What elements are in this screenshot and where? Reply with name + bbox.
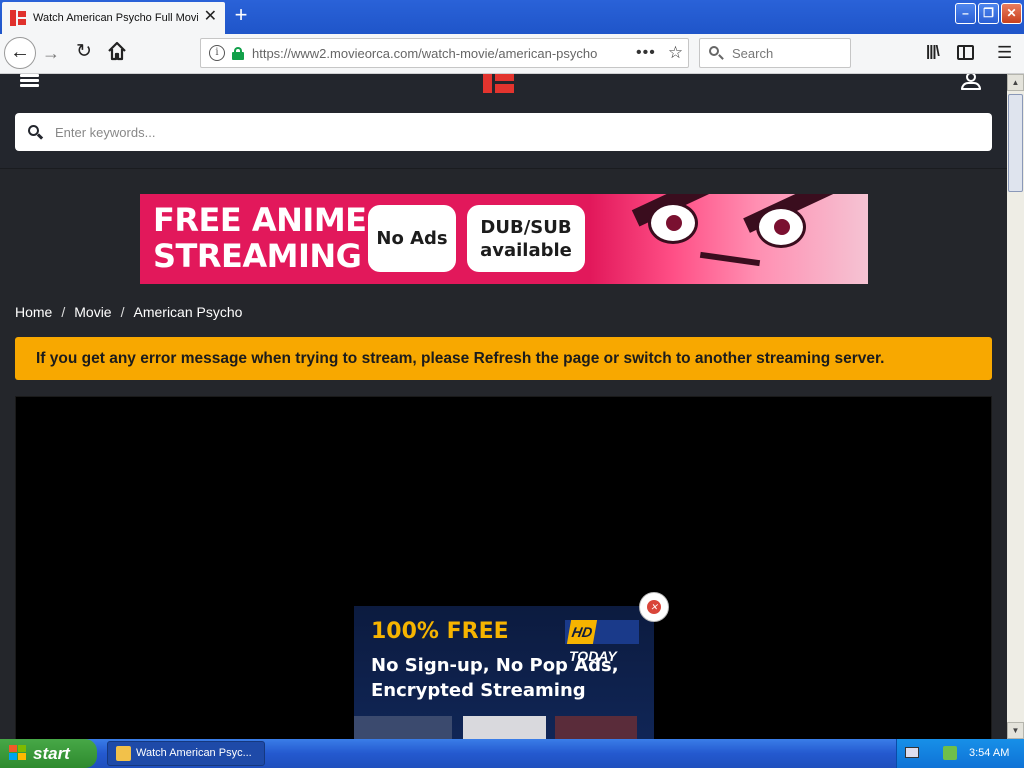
banner-dub-sub-pill: DUB/SUB available	[467, 205, 585, 272]
taskbar-firefox-window[interactable]: Watch American Psyc...	[107, 741, 265, 766]
ad-thumbnail	[555, 716, 637, 739]
ad-close-button[interactable]: ✕	[639, 592, 669, 622]
home-icon	[108, 41, 126, 61]
start-button[interactable]: start	[0, 739, 97, 768]
browser-search-box[interactable]: Search	[699, 38, 851, 68]
new-tab-button[interactable]: +	[229, 4, 253, 28]
breadcrumb-movie[interactable]: Movie	[74, 304, 111, 320]
library-icon[interactable]: |||\	[926, 43, 940, 60]
search-icon	[709, 46, 724, 60]
tab-title: Watch American Psycho Full Movie	[33, 12, 198, 24]
ad-subtext: No Sign-up, No Pop Ads, Encrypted Stream…	[371, 655, 619, 701]
scroll-up-arrow-icon[interactable]: ▲	[1007, 74, 1024, 91]
search-placeholder: Search	[732, 45, 774, 61]
url-text[interactable]: https://www2.movieorca.com/watch-movie/a…	[252, 46, 632, 61]
clock[interactable]: 3:54 AM	[969, 739, 1009, 768]
windows-logo-icon	[9, 745, 27, 761]
breadcrumb-separator: /	[61, 304, 66, 320]
minimize-button[interactable]: –	[955, 3, 976, 24]
system-tray: 3:54 AM	[896, 739, 1024, 768]
banner-no-ads-pill: No Ads	[368, 205, 456, 272]
ad-headline: 100% FREE	[371, 619, 509, 644]
user-account-icon[interactable]	[961, 74, 981, 91]
browser-navigation-bar: ← → ↻ i https://www2.movieorca.com/watch…	[0, 34, 1024, 74]
anime-streaming-ad-banner[interactable]: FREE ANIME STREAMING No Ads DUB/SUB avai…	[140, 194, 868, 284]
hdtoday-overlay-ad[interactable]: 100% FREE HDTODAY No Sign-up, No Pop Ads…	[354, 606, 654, 739]
breadcrumb-home[interactable]: Home	[15, 304, 52, 320]
forward-button[interactable]: →	[42, 43, 60, 64]
site-header	[0, 74, 1007, 169]
breadcrumb: Home / Movie / American Psycho	[15, 304, 242, 320]
back-button[interactable]: ←	[4, 37, 36, 69]
site-logo[interactable]	[483, 74, 514, 93]
search-icon[interactable]	[28, 124, 44, 140]
browser-tab-strip: Watch American Psycho Full Movie ✕ + – ❐…	[0, 0, 1024, 34]
site-favicon-icon	[10, 10, 26, 26]
sidebar-toggle-icon[interactable]	[957, 45, 974, 60]
stream-error-alert: If you get any error message when trying…	[15, 337, 992, 380]
ad-thumbnail	[354, 716, 452, 739]
reload-button[interactable]: ↻	[76, 40, 92, 63]
keyboard-icon[interactable]	[905, 747, 919, 758]
banner-headline: FREE ANIME STREAMING	[153, 201, 367, 275]
breadcrumb-separator: /	[120, 304, 125, 320]
browser-tab-active[interactable]: Watch American Psycho Full Movie ✕	[2, 2, 225, 34]
restore-button[interactable]: ❐	[978, 3, 999, 24]
breadcrumb-current: American Psycho	[133, 304, 243, 320]
page-scrollbar[interactable]: ▲ ▼	[1007, 74, 1024, 739]
anime-character-art	[590, 194, 868, 284]
scrollbar-thumb[interactable]	[1008, 94, 1023, 192]
scroll-down-arrow-icon[interactable]: ▼	[1007, 722, 1024, 739]
network-icon[interactable]	[943, 746, 957, 760]
window-controls: – ❐ ✕	[955, 3, 1022, 24]
keyword-search-box[interactable]	[15, 113, 992, 151]
windows-taskbar: start Watch American Psyc... 3:54 AM	[0, 739, 1024, 768]
close-icon: ✕	[647, 600, 661, 614]
web-page: FREE ANIME STREAMING No Ads DUB/SUB avai…	[0, 74, 1007, 739]
browser-app-icon	[116, 746, 131, 761]
home-button[interactable]	[106, 40, 128, 62]
page-actions-icon[interactable]: •••	[636, 44, 656, 62]
menu-icon[interactable]: ☰	[997, 43, 1012, 63]
site-info-icon[interactable]: i	[209, 45, 225, 61]
hdtoday-logo: HDTODAY	[565, 620, 639, 664]
site-menu-icon[interactable]	[20, 74, 39, 88]
url-bar[interactable]: i https://www2.movieorca.com/watch-movie…	[200, 38, 689, 68]
secure-lock-icon	[232, 46, 244, 60]
bookmark-star-icon[interactable]: ☆	[668, 43, 683, 63]
ad-thumbnail	[463, 716, 546, 739]
keyword-search-input[interactable]	[55, 124, 955, 140]
tab-close-icon[interactable]: ✕	[204, 8, 217, 26]
close-window-button[interactable]: ✕	[1001, 3, 1022, 24]
